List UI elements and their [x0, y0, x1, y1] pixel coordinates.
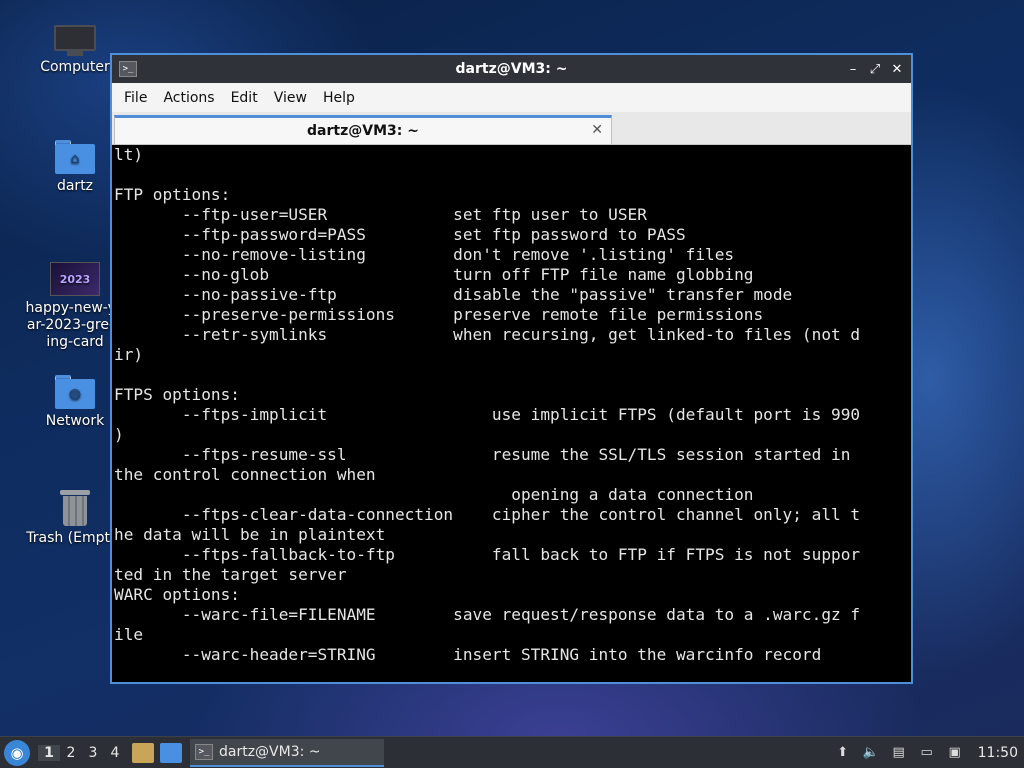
trash-icon [60, 490, 90, 526]
terminal-line: opening a data connection [114, 485, 754, 504]
menu-help[interactable]: Help [315, 90, 363, 106]
terminal-line: --ftps-clear-data-connection cipher the … [114, 505, 861, 524]
network-icon[interactable]: ▭ [918, 744, 936, 762]
terminal-tab[interactable]: dartz@VM3: ~ ✕ [114, 115, 612, 144]
window-titlebar[interactable]: >_ dartz@VM3: ~ – ⤢ ✕ [112, 55, 911, 83]
terminal-line: --no-passive-ftp disable the "passive" t… [114, 285, 793, 304]
update-notifier-icon[interactable]: ⬆ [834, 744, 852, 762]
tab-close-icon[interactable]: ✕ [591, 122, 603, 138]
minimize-button[interactable]: – [843, 59, 863, 79]
clock[interactable]: 11:50 [978, 745, 1018, 761]
terminal-line: --ftps-implicit use implicit FTPS (defau… [114, 405, 861, 424]
terminal-line: --ftps-fallback-to-ftp fall back to FTP … [114, 545, 861, 564]
terminal-line: ) [114, 425, 124, 444]
task-label: dartz@VM3: ~ [219, 743, 321, 760]
menu-view[interactable]: View [266, 90, 315, 106]
taskbar-task-terminal[interactable]: >_ dartz@VM3: ~ [190, 738, 384, 767]
clipboard-icon[interactable]: ▤ [890, 744, 908, 762]
start-menu-button[interactable]: ◉ [4, 739, 30, 766]
terminal-line: --no-remove-listing don't remove '.listi… [114, 245, 735, 264]
terminal-line: --ftp-user=USER set ftp user to USER [114, 205, 647, 224]
system-tray: ⬆ 🔈 ▤ ▭ ▣ 11:50 [834, 744, 1018, 762]
terminal-line: --warc-file=FILENAME save request/respon… [114, 605, 861, 624]
workspace-3[interactable]: 3 [82, 745, 104, 761]
terminal-icon[interactable]: >_ [119, 61, 137, 77]
terminal-line: the control connection when [114, 465, 376, 484]
terminal-line: --retr-symlinks when recursing, get link… [114, 325, 861, 344]
terminal-line: WARC options: [114, 585, 240, 604]
terminal-line: he data will be in plaintext [114, 525, 386, 544]
window-title: dartz@VM3: ~ [455, 61, 568, 77]
volume-icon[interactable]: 🔈 [862, 744, 880, 762]
notification-icon[interactable]: ▣ [946, 744, 964, 762]
taskbar: ◉ 1 2 3 4 >_ dartz@VM3: ~ ⬆ 🔈 ▤ ▭ ▣ 11:5… [0, 736, 1024, 768]
terminal-line: lt) [114, 145, 144, 164]
terminal-line: --no-glob turn off FTP file name globbin… [114, 265, 754, 284]
terminal-window: >_ dartz@VM3: ~ – ⤢ ✕ File Actions Edit … [110, 53, 913, 684]
terminal-line: --ftps-resume-ssl resume the SSL/TLS ses… [114, 445, 851, 464]
terminal-output[interactable]: lt) FTP options: --ftp-user=USER set ftp … [112, 145, 911, 682]
menu-actions[interactable]: Actions [155, 90, 222, 106]
terminal-icon: >_ [195, 743, 213, 760]
terminal-line: ir) [114, 345, 144, 364]
computer-icon [54, 25, 96, 56]
menu-file[interactable]: File [116, 90, 155, 106]
maximize-button[interactable]: ⤢ [865, 59, 885, 79]
terminal-line: FTPS options: [114, 385, 240, 404]
file-manager-icon[interactable] [132, 742, 154, 763]
terminal-line: ile [114, 625, 144, 644]
workspace-4[interactable]: 4 [104, 745, 126, 761]
menu-edit[interactable]: Edit [223, 90, 266, 106]
home-folder-icon: ⌂ [55, 140, 95, 174]
workspace-2[interactable]: 2 [60, 745, 82, 761]
menu-bar: File Actions Edit View Help [112, 83, 911, 112]
tab-bar: dartz@VM3: ~ ✕ [112, 112, 911, 145]
show-desktop-icon[interactable] [160, 742, 182, 763]
thumbnail-text: 2023 [59, 272, 91, 286]
image-thumbnail-icon: 2023 [50, 262, 100, 296]
close-button[interactable]: ✕ [887, 59, 907, 79]
tab-label: dartz@VM3: ~ [307, 123, 419, 139]
network-folder-icon: ◍ [55, 375, 95, 409]
terminal-line: --preserve-permissions preserve remote f… [114, 305, 764, 324]
terminal-line: --warc-header=STRING insert STRING into … [114, 645, 822, 664]
workspace-1[interactable]: 1 [38, 744, 60, 761]
terminal-line: ted in the target server [114, 565, 347, 584]
terminal-line: --ftp-password=PASS set ftp password to … [114, 225, 686, 244]
terminal-line: FTP options: [114, 185, 231, 204]
